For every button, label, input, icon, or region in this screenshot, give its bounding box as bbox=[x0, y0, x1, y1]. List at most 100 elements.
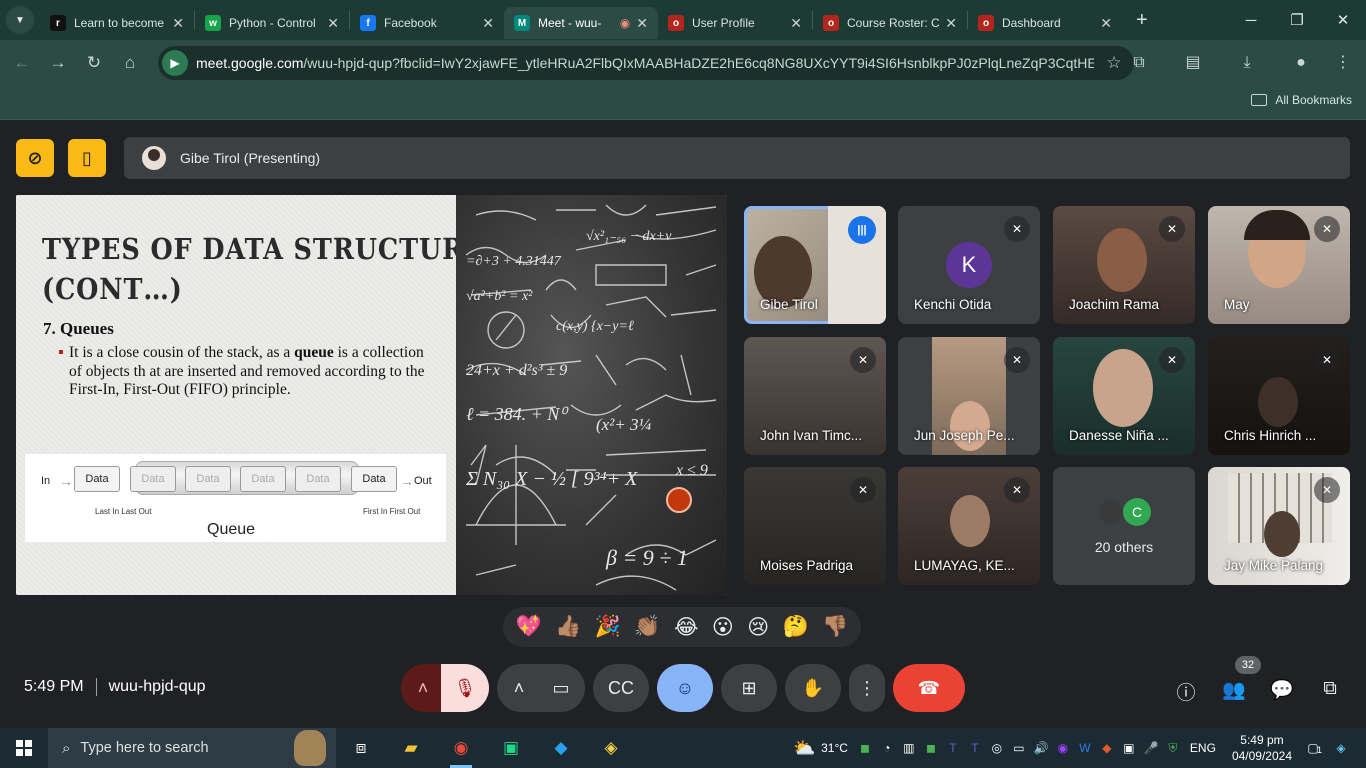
volume-icon[interactable]: 🔊 bbox=[1030, 741, 1052, 755]
restore-icon[interactable]: ❐ bbox=[1274, 0, 1320, 40]
participant-tile[interactable]: ✕ May bbox=[1208, 206, 1350, 324]
taskbar-search[interactable]: ⌕ Type here to search bbox=[48, 728, 336, 768]
messenger-icon[interactable]: ◉ bbox=[1052, 741, 1074, 755]
participant-tile[interactable]: ✕ John Ivan Timc... bbox=[744, 337, 886, 455]
participant-tile[interactable]: K ✕ Kenchi Otida bbox=[898, 206, 1040, 324]
security-shield-icon[interactable]: ⛨ bbox=[1162, 741, 1184, 756]
display-icon[interactable]: ▭ bbox=[1008, 741, 1030, 755]
present-screen-button[interactable]: ⊞ bbox=[721, 664, 777, 712]
audio-options-chevron-icon[interactable]: ˄ bbox=[401, 664, 445, 712]
tab-search-chevron-icon[interactable]: ▼ bbox=[6, 6, 34, 34]
presenter-cursor bbox=[666, 487, 692, 513]
task-view-icon[interactable]: ⧈ bbox=[336, 728, 386, 768]
site-info-camera-icon[interactable]: ▶ bbox=[162, 50, 188, 76]
downloads-icon[interactable]: ⤓ bbox=[1220, 48, 1274, 78]
queue-data-box: Data bbox=[295, 466, 341, 492]
url-text[interactable]: meet.google.com/wuu-hpjd-qup?fbclid=IwY2… bbox=[196, 55, 1094, 71]
close-window-icon[interactable]: ✕ bbox=[1320, 0, 1366, 40]
teams-icon[interactable]: T bbox=[942, 741, 964, 755]
vscode-icon[interactable]: ◆ bbox=[536, 728, 586, 768]
participant-tile[interactable]: ✕ Joachim Rama bbox=[1053, 206, 1195, 324]
more-options-icon[interactable]: ⋮ bbox=[849, 664, 885, 712]
weather-temp[interactable]: 31°C bbox=[821, 741, 848, 755]
participant-tile[interactable]: ✕ LUMAYAG, KE... bbox=[898, 467, 1040, 585]
tab-close-icon[interactable]: ✕ bbox=[172, 15, 184, 32]
teams-icon[interactable]: T bbox=[964, 741, 986, 755]
wifi-icon[interactable]: ◔ bbox=[876, 741, 898, 755]
participant-tile[interactable]: ✕ Jun Joseph Pe... bbox=[898, 337, 1040, 455]
forward-arrow-icon[interactable]: → bbox=[40, 53, 76, 73]
microphone-icon[interactable]: 🎤 bbox=[1140, 741, 1162, 755]
raise-hand-button[interactable]: ✋ bbox=[785, 664, 841, 712]
reload-icon[interactable]: ↻ bbox=[76, 53, 112, 73]
presentation-layout-icon[interactable]: ▯ bbox=[68, 139, 106, 177]
tray-app-icon[interactable]: ◼ bbox=[854, 741, 876, 755]
tab-close-icon[interactable]: ✕ bbox=[327, 15, 339, 32]
browser-tab[interactable]: o Course Roster: C ✕ bbox=[813, 7, 967, 39]
emoji-reactions-button[interactable]: ☺ bbox=[657, 664, 713, 712]
meeting-details-info-icon[interactable]: ⓘ bbox=[1174, 678, 1198, 705]
browser-tab[interactable]: w Python - Control ✕ bbox=[195, 7, 349, 39]
copilot-icon[interactable]: ◈ bbox=[1330, 741, 1352, 755]
start-button[interactable] bbox=[0, 728, 48, 768]
tab-close-icon[interactable]: ✕ bbox=[790, 15, 802, 32]
input-language[interactable]: ENG bbox=[1190, 741, 1216, 755]
participant-tile[interactable]: ✕ Moises Padriga bbox=[744, 467, 886, 585]
chat-icon[interactable]: 💬 bbox=[1270, 678, 1294, 702]
browser-tab[interactable]: o Dashboard ✕ bbox=[968, 7, 1122, 39]
participant-tile[interactable]: ✕ Danesse Niña ... bbox=[1053, 337, 1195, 455]
slide-title-line1: TYPES OF DATA STRUCTURES bbox=[42, 232, 504, 266]
camera-icon[interactable]: ◎ bbox=[986, 741, 1008, 755]
reaction-party-button[interactable]: 🎉 bbox=[595, 615, 621, 639]
participant-tile[interactable]: ✕ Chris Hinrich ... bbox=[1208, 337, 1350, 455]
tray-app-icon[interactable]: ◆ bbox=[1096, 741, 1118, 755]
home-icon[interactable]: ⌂ bbox=[112, 53, 148, 73]
activities-icon[interactable]: ⧉ bbox=[1318, 678, 1342, 700]
minimize-icon[interactable]: ─ bbox=[1228, 0, 1274, 40]
tab-close-icon[interactable]: ✕ bbox=[636, 15, 648, 32]
pycharm-icon[interactable]: ▣ bbox=[486, 728, 536, 768]
browser-tab[interactable]: M Meet - wuu- ◉ ✕ bbox=[504, 7, 658, 39]
participant-tile[interactable]: ||| Gibe Tirol bbox=[744, 206, 886, 324]
new-tab-plus-icon[interactable]: + bbox=[1136, 9, 1148, 32]
profile-avatar-icon[interactable]: ● bbox=[1274, 48, 1328, 78]
reaction-thinking-button[interactable]: 🤔 bbox=[783, 615, 809, 639]
notifications-icon[interactable]: ▢ 1 bbox=[1302, 741, 1324, 755]
stop-presenting-icon[interactable]: ⊘ bbox=[16, 139, 54, 177]
tray-app-icon[interactable]: ▣ bbox=[1118, 741, 1140, 755]
python-icon[interactable]: ◈ bbox=[586, 728, 636, 768]
tray-app-icon[interactable]: ▥ bbox=[898, 741, 920, 755]
all-bookmarks-button[interactable]: All Bookmarks bbox=[1251, 93, 1352, 107]
taskbar-clock[interactable]: 5:49 pm 04/09/2024 bbox=[1232, 732, 1292, 764]
people-icon[interactable]: 👥 bbox=[1222, 678, 1246, 702]
reading-mode-icon[interactable]: ▤ bbox=[1166, 48, 1220, 78]
reaction-sad-button[interactable]: 😢 bbox=[747, 615, 769, 640]
tray-app-icon[interactable]: W bbox=[1074, 741, 1096, 755]
video-options-chevron-icon[interactable]: ˄ bbox=[497, 664, 541, 712]
reaction-thumbs-up-button[interactable]: 👍🏽 bbox=[555, 615, 581, 639]
tab-close-icon[interactable]: ✕ bbox=[945, 15, 957, 32]
reaction-thumbs-down-button[interactable]: 👎🏽 bbox=[822, 615, 848, 639]
captions-button[interactable]: CC bbox=[593, 664, 649, 712]
reaction-laugh-button[interactable]: 😂 bbox=[674, 615, 699, 640]
tab-close-icon[interactable]: ✕ bbox=[482, 15, 494, 32]
leave-call-button[interactable]: ☎ bbox=[893, 664, 965, 712]
participant-tile[interactable]: ✕ Jay Mike Palang bbox=[1208, 467, 1350, 585]
extensions-puzzle-icon[interactable]: ⧉ bbox=[1112, 48, 1166, 78]
tray-app-icon[interactable]: ◼ bbox=[920, 741, 942, 755]
back-arrow-icon[interactable]: ← bbox=[4, 53, 40, 73]
file-explorer-icon[interactable]: ▰ bbox=[386, 728, 436, 768]
chrome-icon[interactable]: ◉ bbox=[436, 728, 486, 768]
reaction-clap-button[interactable]: 👏🏽 bbox=[634, 615, 660, 639]
reaction-surprised-button[interactable]: 😮 bbox=[712, 615, 734, 640]
tab-close-icon[interactable]: ✕ bbox=[1100, 15, 1112, 32]
microphone-off-button[interactable]: 🎙 bbox=[441, 664, 489, 712]
camera-button[interactable]: ▭ bbox=[537, 664, 585, 712]
reaction-heart-button[interactable]: 💖 bbox=[516, 615, 542, 639]
browser-tab[interactable]: r Learn to become ✕ bbox=[40, 7, 194, 39]
address-bar[interactable]: ▶ meet.google.com/wuu-hpjd-qup?fbclid=Iw… bbox=[158, 46, 1134, 80]
others-tile[interactable]: C 20 others bbox=[1053, 467, 1195, 585]
browser-tab[interactable]: o User Profile ✕ bbox=[658, 7, 812, 39]
browser-tab[interactable]: f Facebook ✕ bbox=[350, 7, 504, 39]
browser-menu-icon[interactable]: ⋮ bbox=[1328, 48, 1358, 78]
